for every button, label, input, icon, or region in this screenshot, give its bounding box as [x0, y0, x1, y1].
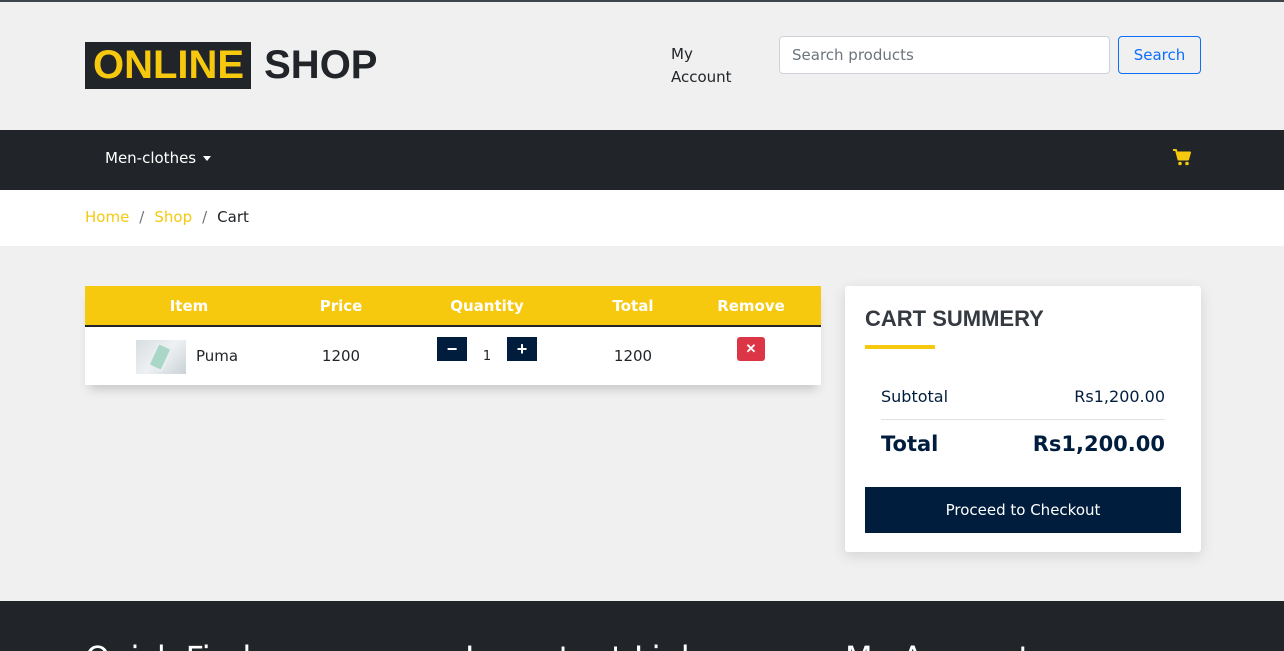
- column-header-remove: Remove: [717, 297, 785, 315]
- logo-text: SHOP: [264, 43, 378, 87]
- subtotal-value: Rs1,200.00: [1074, 387, 1165, 406]
- quantity-decrease-button[interactable]: −: [437, 337, 467, 361]
- logo-highlight: ONLINE: [85, 42, 252, 89]
- column-header-quantity: Quantity: [450, 297, 524, 315]
- footer-heading-important-links: Important Links: [465, 639, 716, 651]
- nav-dropdown-men-clothes[interactable]: Men-clothes: [105, 149, 212, 167]
- search-button[interactable]: Search: [1118, 36, 1201, 74]
- cart-summary: CART SUMMERY Subtotal Rs1,200.00 Total R…: [845, 286, 1201, 552]
- caret-down-icon: [203, 155, 212, 161]
- quantity-increase-button[interactable]: +: [507, 337, 537, 361]
- site-logo[interactable]: ONLINE SHOP: [85, 42, 377, 89]
- cart-table-header: Item Price Quantity Total Remove: [85, 286, 821, 327]
- total-label: Total: [881, 432, 939, 456]
- column-header-total: Total: [612, 297, 654, 315]
- footer-heading-my-account: My Account: [845, 639, 1031, 651]
- column-header-item: Item: [169, 297, 209, 315]
- summary-divider: [881, 419, 1165, 420]
- cart-table: Item Price Quantity Total Remove Puma 12…: [85, 286, 821, 385]
- title-underline: [865, 345, 935, 349]
- proceed-to-checkout-button[interactable]: Proceed to Checkout: [865, 487, 1181, 533]
- breadcrumb-separator: /: [202, 208, 208, 226]
- shopping-cart-icon[interactable]: [1172, 148, 1192, 166]
- product-thumbnail[interactable]: [136, 340, 186, 374]
- footer-heading-quick-find: Quick Find: [85, 639, 251, 651]
- search-input[interactable]: [779, 36, 1110, 74]
- breadcrumb-bar: Home / Shop / Cart: [0, 190, 1284, 246]
- site-header: ONLINE SHOP My Account Search: [0, 2, 1284, 130]
- nav-dropdown-label: Men-clothes: [105, 149, 197, 167]
- main-navbar: Men-clothes: [0, 130, 1284, 190]
- subtotal-row: Subtotal Rs1,200.00: [881, 387, 1165, 406]
- product-name[interactable]: Puma: [196, 347, 238, 365]
- breadcrumb-shop[interactable]: Shop: [154, 208, 192, 226]
- column-header-price: Price: [319, 297, 363, 315]
- breadcrumb: Home / Shop / Cart: [85, 208, 249, 226]
- site-footer: Quick Find Important Links My Account: [0, 601, 1284, 651]
- remove-item-button[interactable]: ✕: [737, 337, 765, 361]
- total-row: Total Rs1,200.00: [881, 432, 1165, 456]
- breadcrumb-separator: /: [139, 208, 145, 226]
- breadcrumb-current: Cart: [217, 208, 249, 226]
- quantity-value: 1: [482, 349, 492, 364]
- my-account-link[interactable]: My Account: [671, 43, 751, 89]
- table-row: Puma 1200 − 1 + 1200 ✕: [85, 329, 821, 385]
- product-total: 1200: [613, 347, 653, 365]
- total-value: Rs1,200.00: [1032, 432, 1165, 456]
- cart-summary-title: CART SUMMERY: [865, 306, 1044, 331]
- product-price: 1200: [321, 347, 361, 365]
- phone-image: [147, 341, 173, 373]
- subtotal-label: Subtotal: [881, 387, 949, 406]
- breadcrumb-home[interactable]: Home: [85, 208, 129, 226]
